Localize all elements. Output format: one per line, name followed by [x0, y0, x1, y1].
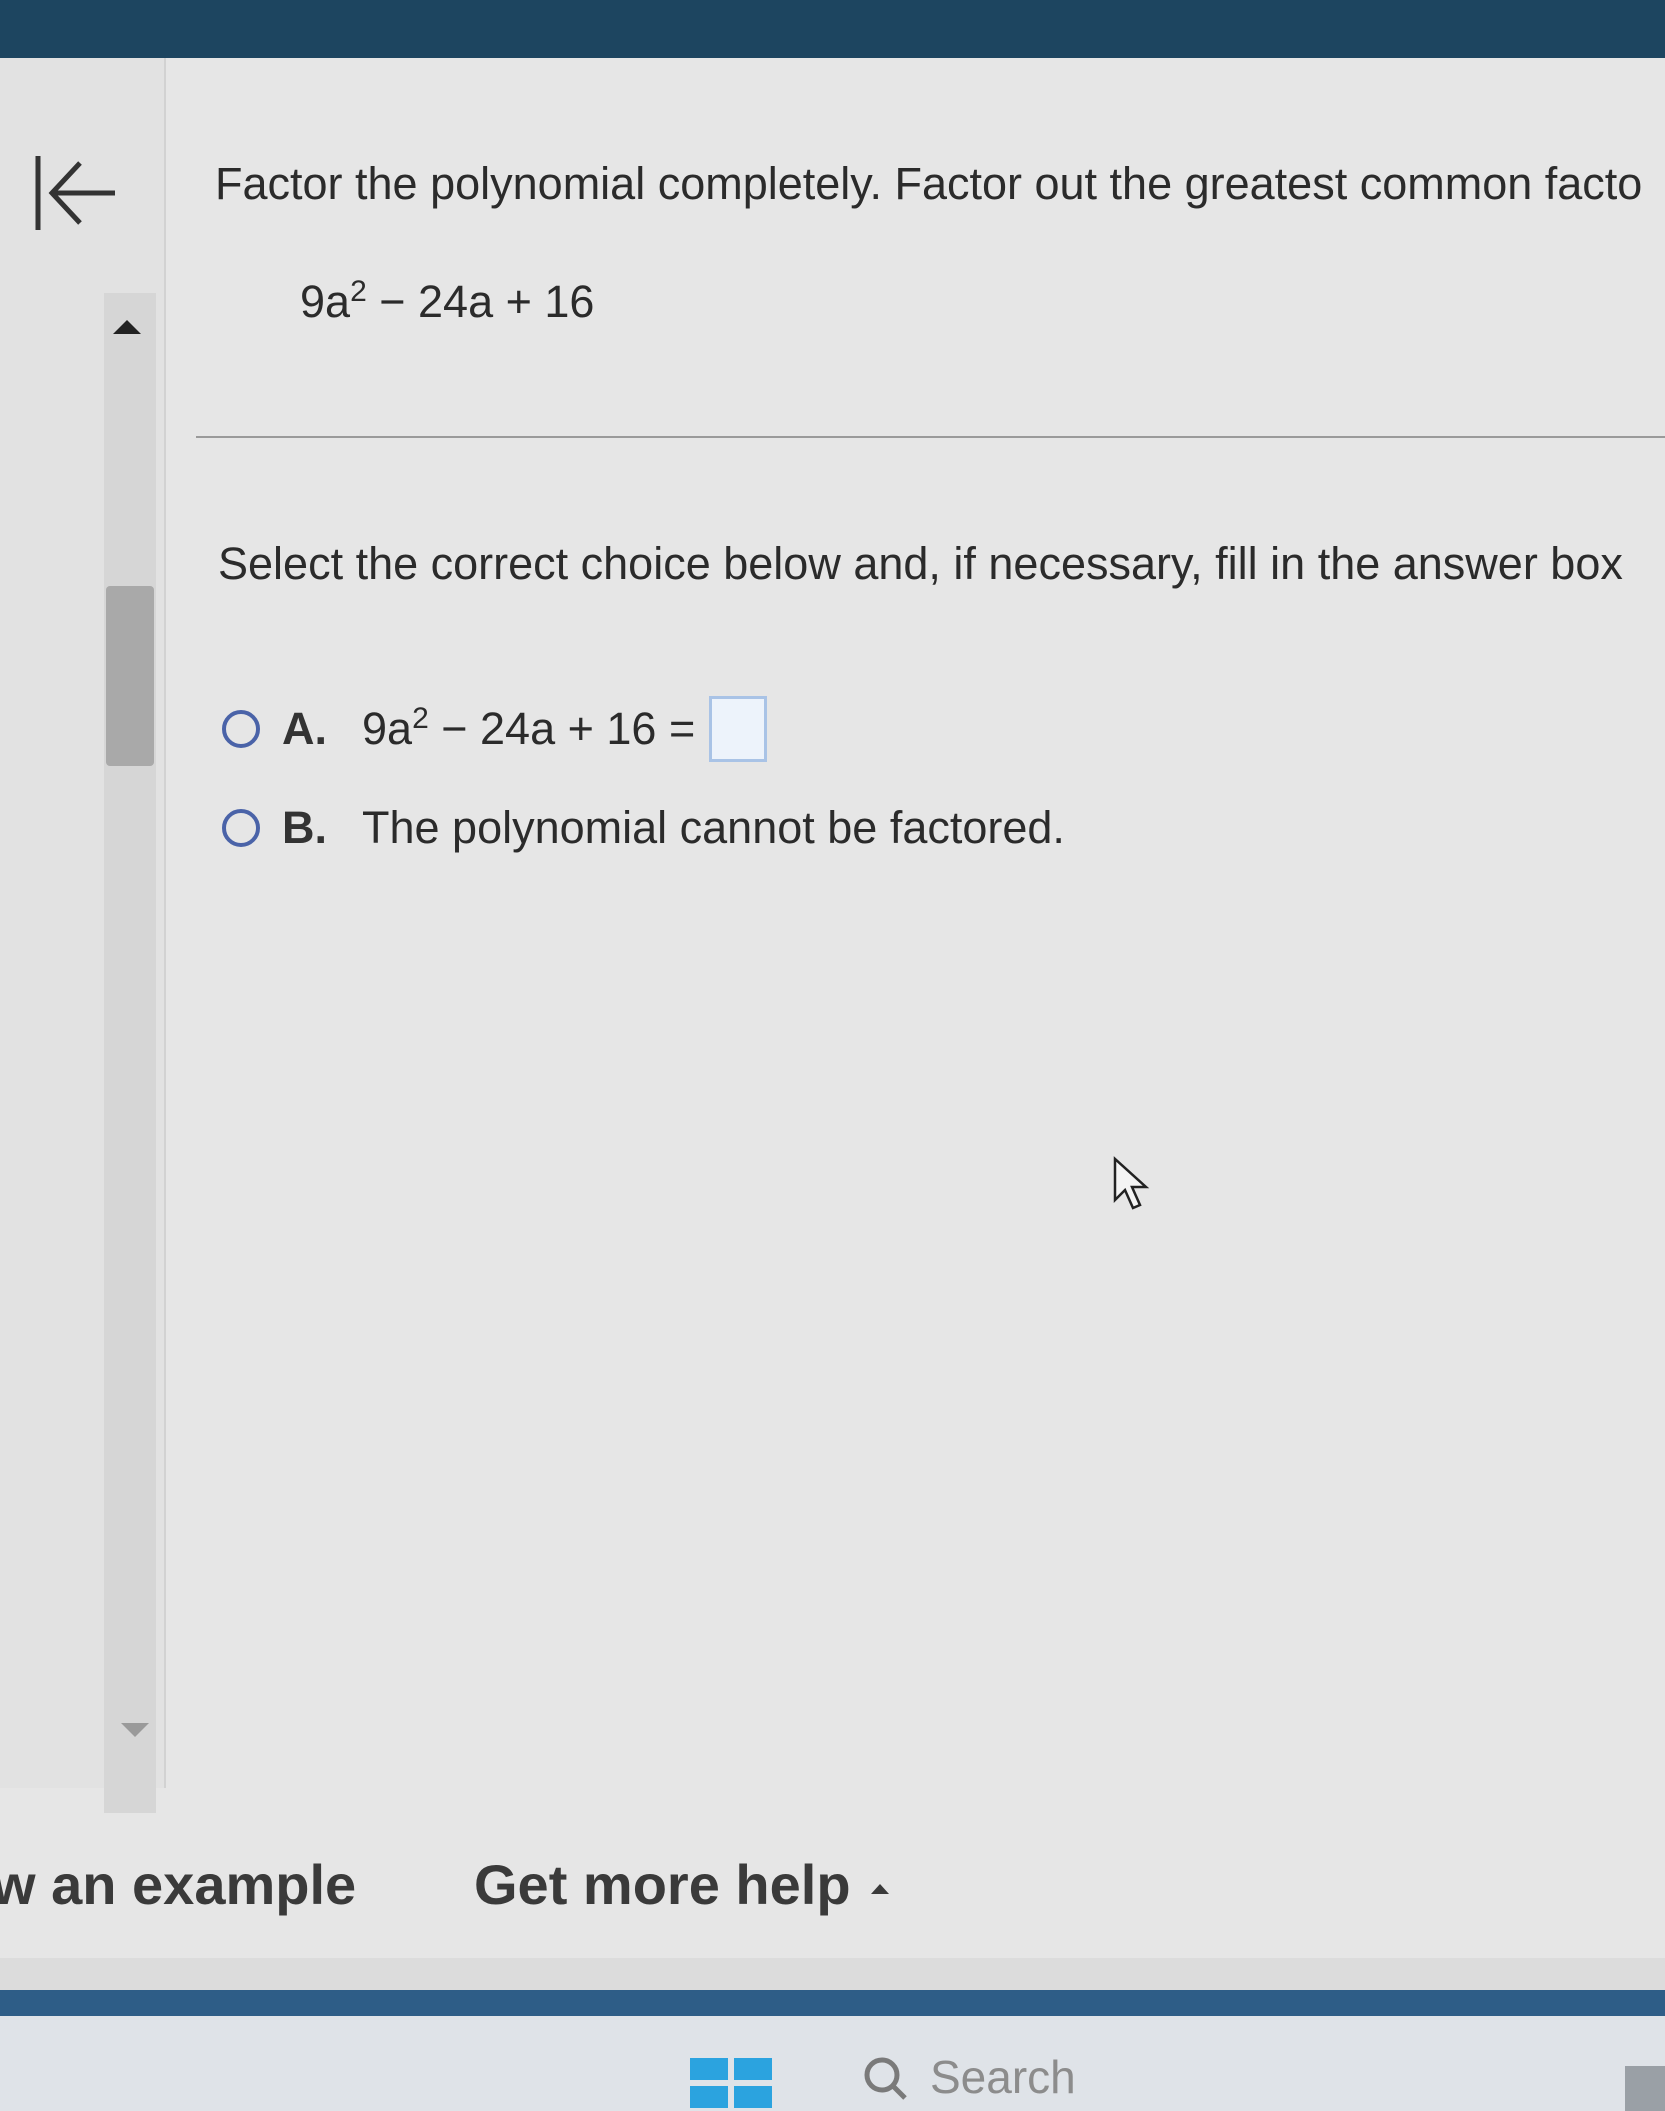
taskbar-search[interactable]: Search	[860, 2050, 1076, 2104]
taskbar	[0, 2016, 1665, 2111]
question-page: Factor the polynomial completely. Factor…	[0, 58, 1665, 1958]
choice-a-exponent: 2	[412, 702, 429, 735]
window-top-bar	[0, 0, 1665, 58]
divider	[196, 436, 1665, 438]
answer-input-box[interactable]	[709, 696, 768, 762]
caret-up-icon	[870, 1883, 889, 1894]
expression-rest: − 24a + 16	[366, 276, 595, 327]
choice-b-letter: B.	[282, 802, 327, 853]
back-to-start-icon[interactable]	[30, 148, 120, 238]
choice-a-letter: A.	[282, 703, 327, 754]
polynomial-expression: 9a2 − 24a + 16	[300, 276, 594, 328]
choice-b[interactable]: B. The polynomial cannot be factored.	[222, 802, 1065, 854]
get-more-help-label: Get more help	[474, 1853, 851, 1916]
choice-a-term: 9a	[362, 703, 413, 754]
get-more-help-button[interactable]: Get more help	[474, 1852, 889, 1917]
question-prompt: Factor the polynomial completely. Factor…	[215, 158, 1643, 209]
monitor-edge	[0, 1990, 1665, 2016]
choice-a-radio[interactable]	[222, 710, 260, 748]
scrollbar-thumb[interactable]	[106, 586, 154, 766]
choice-a-expression: 9a2 − 24a + 16 =	[362, 703, 695, 755]
instruction-text: Select the correct choice below and, if …	[218, 538, 1623, 589]
search-label: Search	[930, 2051, 1076, 2103]
scroll-up-arrow-icon[interactable]	[113, 320, 141, 334]
windows-start-icon[interactable]	[690, 2058, 774, 2111]
choice-a-rest: − 24a + 16 =	[428, 703, 696, 754]
choice-b-text: The polynomial cannot be factored.	[362, 802, 1065, 853]
mouse-pointer-icon	[1113, 1156, 1150, 1210]
scrollbar-track[interactable]	[104, 293, 156, 1813]
expression-term: 9a	[300, 276, 351, 327]
scroll-down-arrow-icon[interactable]	[121, 1723, 149, 1737]
view-example-link[interactable]: w an example	[0, 1852, 356, 1917]
choice-a[interactable]: A. 9a2 − 24a + 16 =	[222, 696, 768, 762]
taskbar-app-icon[interactable]	[1625, 2066, 1665, 2111]
choice-b-radio[interactable]	[222, 809, 260, 847]
expression-exponent: 2	[350, 275, 367, 308]
search-icon	[864, 2057, 907, 2100]
